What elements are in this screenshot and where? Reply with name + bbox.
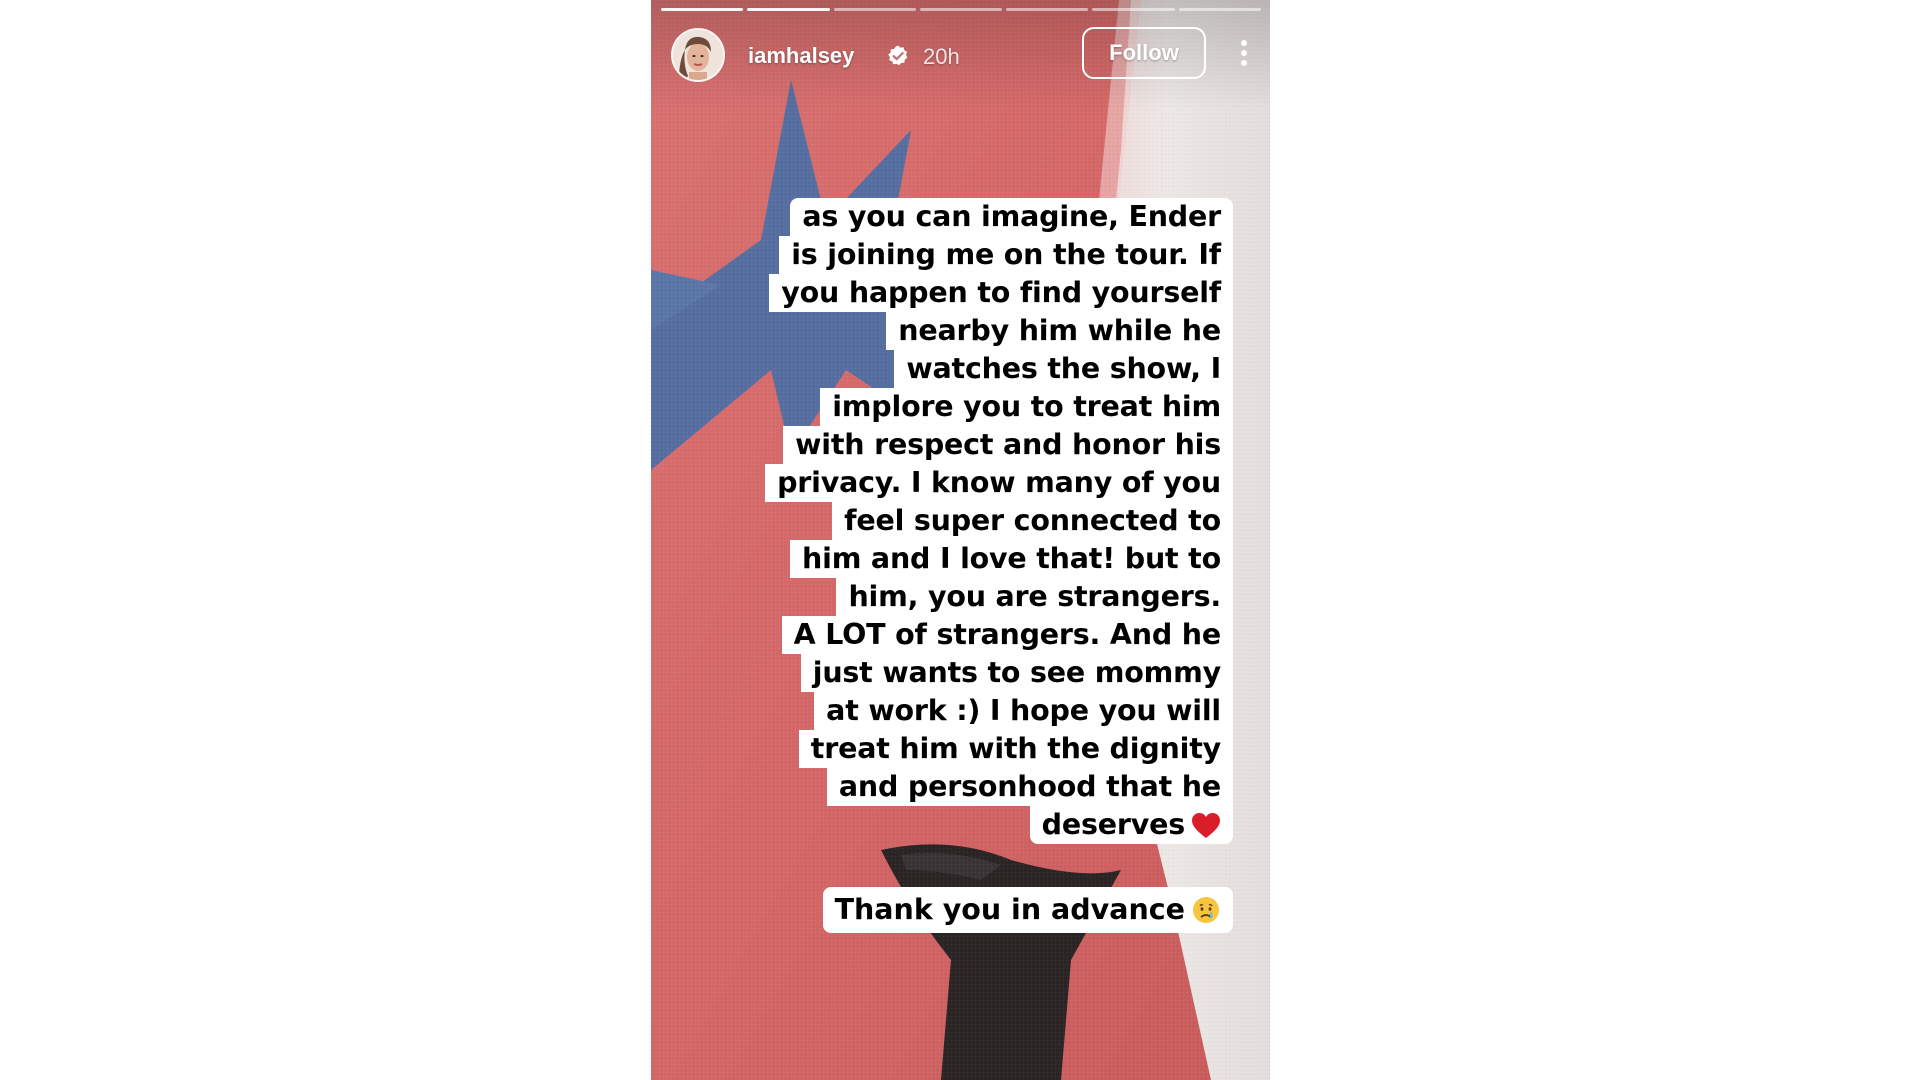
avatar-portrait-icon <box>673 30 723 80</box>
caption-line: watches the show, I <box>894 350 1233 388</box>
caption-line-text: implore you to treat him <box>832 390 1221 423</box>
caption-line: nearby him while he <box>886 312 1233 350</box>
red-heart-icon <box>1192 813 1220 838</box>
progress-segment <box>661 8 744 11</box>
caption-line: is joining me on the tour. If <box>779 236 1233 274</box>
caption-line-text: nearby him while he <box>898 314 1221 347</box>
caption-line: just wants to see mommy <box>800 654 1233 692</box>
caption-line-text: him and I love that! but to <box>802 542 1221 575</box>
post-time: 20h <box>923 44 960 69</box>
caption-line-text: at work :) I hope you will <box>826 694 1221 727</box>
caption-line: privacy. I know many of you <box>765 464 1233 502</box>
caption-line-text: feel super connected to <box>844 504 1221 537</box>
caption-line: as you can imagine, Ender <box>790 198 1233 236</box>
story-header: iamhalsey 20h Follow <box>671 26 1256 82</box>
progress-segment <box>1092 8 1175 11</box>
thanks-caption: Thank you in advance <box>822 887 1233 933</box>
caption-line-text: as you can imagine, Ender <box>802 200 1221 233</box>
caption-line-text: deserves <box>1041 808 1186 841</box>
caption-line: him and I love that! but to <box>790 540 1233 578</box>
caption-line-text: treat him with the dignity <box>810 732 1221 765</box>
verified-badge-icon <box>888 45 908 66</box>
caption-line: with respect and honor his <box>783 426 1233 464</box>
story-viewer[interactable]: iamhalsey 20h Follow as you can imagine,… <box>651 0 1270 1080</box>
progress-segment <box>747 8 830 11</box>
caption-line: deserves <box>1029 806 1233 844</box>
story-caption: as you can imagine, Ender is joining me o… <box>765 198 1233 844</box>
follow-button[interactable]: Follow <box>1082 27 1206 79</box>
progress-segment <box>1006 8 1089 11</box>
caption-line: you happen to find yourself <box>769 274 1233 312</box>
more-vertical-icon[interactable] <box>1229 36 1259 70</box>
caption-line: and personhood that he <box>826 768 1233 806</box>
caption-line-text: you happen to find yourself <box>781 276 1221 309</box>
caption-line-text: A LOT of strangers. And he <box>793 618 1222 651</box>
caption-line-text: watches the show, I <box>906 352 1221 385</box>
crying-face-icon <box>1193 897 1219 923</box>
caption-line-text: just wants to see mommy <box>812 656 1221 689</box>
caption-line: him, you are strangers. <box>836 578 1233 616</box>
caption-line-text: privacy. I know many of you <box>777 466 1221 499</box>
story-progress-bar <box>661 8 1261 12</box>
caption-line-text: is joining me on the tour. If <box>791 238 1221 271</box>
caption-line-text: and personhood that he <box>838 770 1221 803</box>
thanks-text: Thank you in advance <box>834 893 1185 926</box>
caption-line-text: with respect and honor his <box>795 428 1221 461</box>
progress-segment <box>919 8 1003 11</box>
caption-line: feel super connected to <box>832 502 1233 540</box>
page: iamhalsey 20h Follow as you can imagine,… <box>0 0 1920 1080</box>
avatar[interactable] <box>671 28 725 82</box>
progress-segment <box>833 8 916 11</box>
caption-line-text: him, you are strangers. <box>848 580 1221 613</box>
username[interactable]: iamhalsey <box>748 43 854 69</box>
progress-segment <box>1178 8 1261 11</box>
caption-line: implore you to treat him <box>820 388 1233 426</box>
caption-line: at work :) I hope you will <box>814 692 1233 730</box>
caption-line: A LOT of strangers. And he <box>781 616 1233 654</box>
caption-line: treat him with the dignity <box>798 730 1233 768</box>
